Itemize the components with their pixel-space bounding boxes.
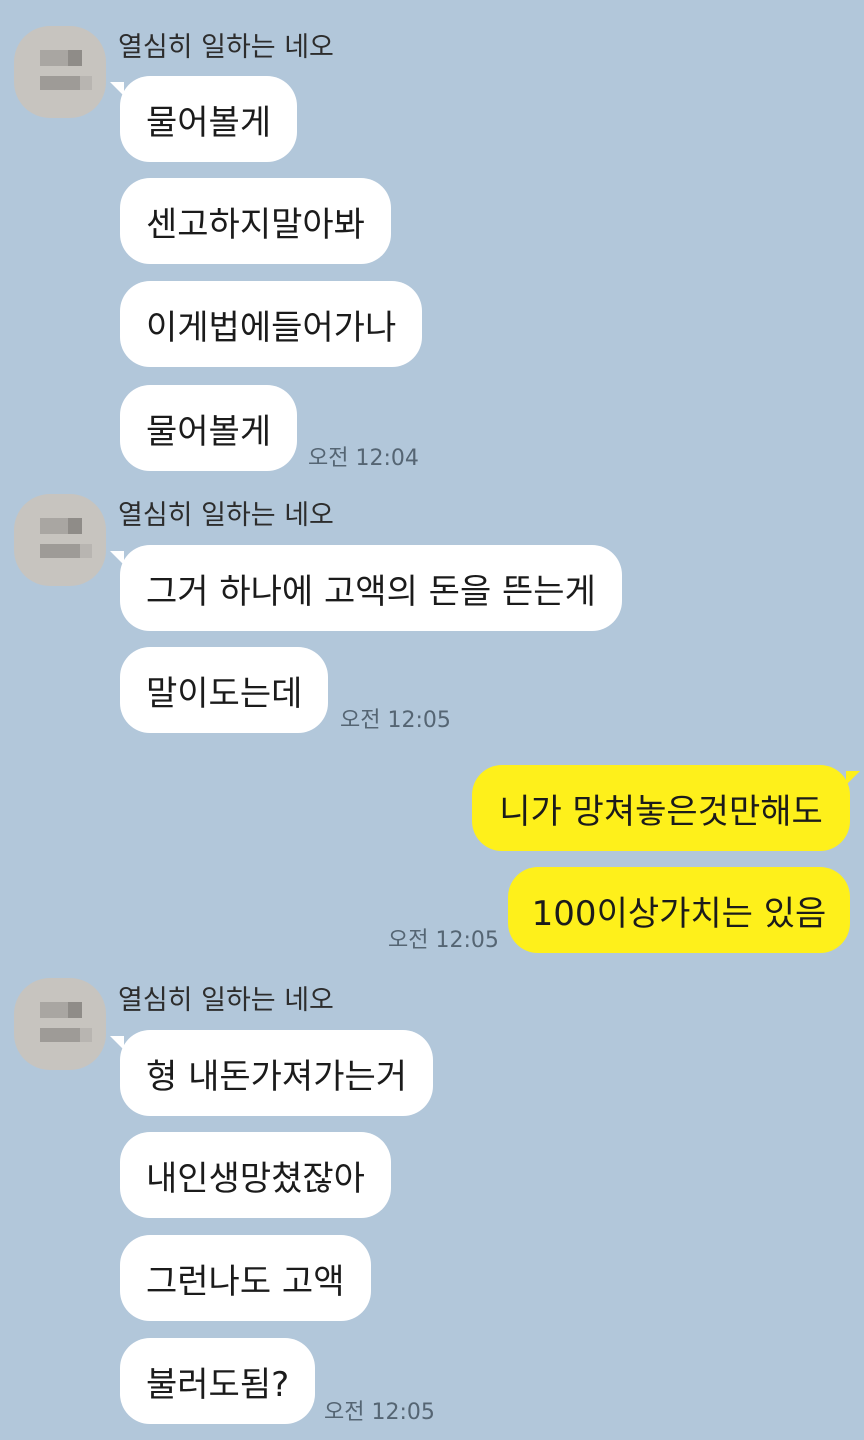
message-bubble[interactable]: 물어볼게: [110, 76, 298, 162]
message-text: 물어볼게: [146, 102, 272, 143]
message-bubble[interactable]: 그런나도 고액: [120, 1235, 371, 1321]
timestamp: 오전 12:05: [340, 708, 451, 733]
message-text: 센고하지말아봐: [146, 204, 365, 245]
bubble-tail: [110, 82, 124, 96]
message-text: 100이상가치는 있음: [531, 893, 827, 934]
avatar[interactable]: [14, 26, 106, 118]
sender-name: 열심히 일하는 네오: [118, 985, 334, 1016]
bubble-tail: [110, 1036, 124, 1050]
sender-name: 열심히 일하는 네오: [118, 32, 334, 63]
message-text: 니가 망쳐놓은것만해도: [499, 791, 823, 832]
message-text: 내인생망쳤잖아: [146, 1158, 365, 1199]
my-message-bubble[interactable]: 100이상가치는 있음: [508, 867, 850, 953]
timestamp: 오전 12:04: [308, 446, 419, 471]
bubble-tail: [110, 551, 124, 565]
message-bubble[interactable]: 그거 하나에 고액의 돈을 뜬는게: [110, 545, 622, 631]
sender-name: 열심히 일하는 네오: [118, 500, 334, 531]
message-bubble[interactable]: 불러도됨?: [120, 1338, 316, 1424]
avatar[interactable]: [14, 978, 106, 1070]
my-message-bubble[interactable]: 니가 망쳐놓은것만해도: [472, 765, 860, 851]
timestamp: 오전 12:05: [324, 1400, 435, 1425]
message-text: 그런나도 고액: [146, 1261, 345, 1302]
message-text: 그거 하나에 고액의 돈을 뜬는게: [146, 571, 596, 612]
avatar[interactable]: [14, 494, 106, 586]
message-text: 불러도됨?: [146, 1364, 290, 1405]
message-bubble[interactable]: 말이도는데: [120, 647, 329, 733]
message-text: 형 내돈가져가는거: [146, 1056, 408, 1097]
message-text: 이게법에들어가나: [146, 307, 397, 348]
message-text: 물어볼게: [146, 411, 272, 452]
message-bubble[interactable]: 이게법에들어가나: [120, 281, 423, 367]
message-bubble[interactable]: 물어볼게: [120, 385, 298, 471]
bubble-tail: [846, 771, 860, 785]
message-bubble[interactable]: 형 내돈가져가는거: [110, 1030, 434, 1116]
message-bubble[interactable]: 센고하지말아봐: [120, 178, 391, 264]
message-bubble[interactable]: 내인생망쳤잖아: [120, 1132, 391, 1218]
message-text: 말이도는데: [146, 673, 303, 714]
timestamp: 오전 12:05: [388, 928, 499, 953]
